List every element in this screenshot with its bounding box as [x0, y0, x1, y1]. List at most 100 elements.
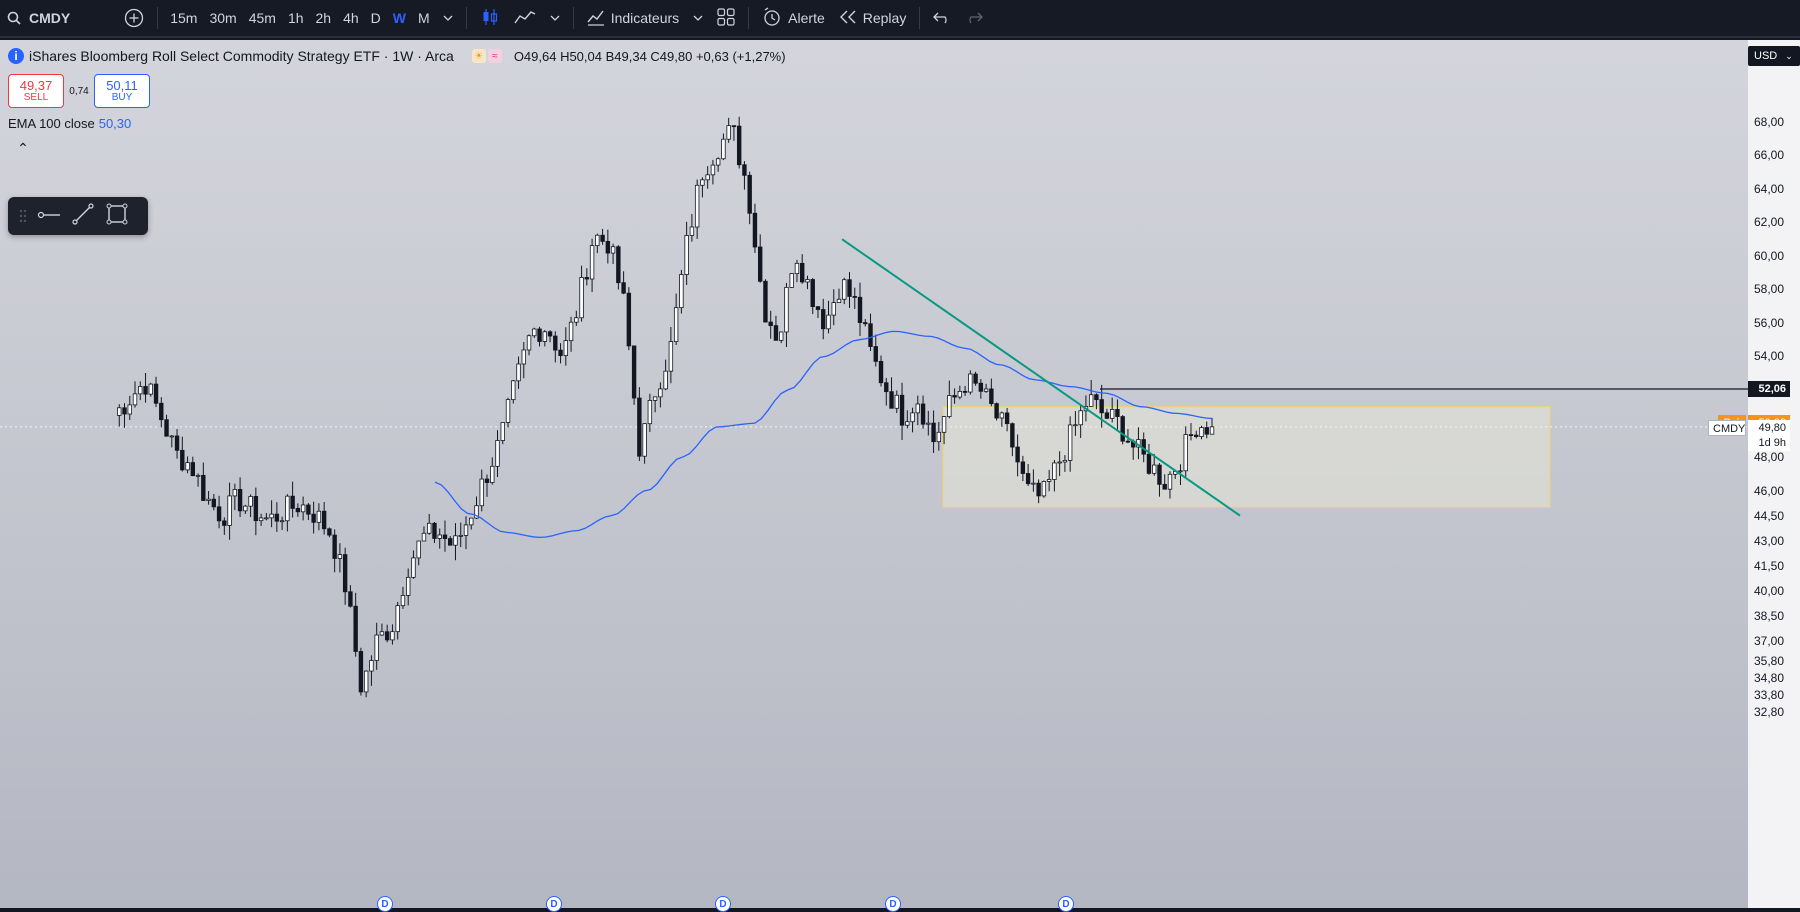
candle: [847, 272, 852, 308]
candle: [763, 279, 768, 323]
candle: [968, 370, 973, 395]
candle: [989, 378, 994, 407]
candle-body-up: [490, 465, 495, 483]
candle-body-up: [243, 505, 248, 512]
chart-style-dropdown[interactable]: [543, 0, 567, 37]
candles-style-button[interactable]: [473, 0, 507, 37]
candle-body-up: [416, 540, 421, 559]
candle-body-up: [983, 388, 989, 392]
candle-body-down: [321, 510, 327, 530]
candle-body-down: [1194, 434, 1199, 437]
timeframe-dropdown[interactable]: [436, 0, 460, 37]
redo-button[interactable]: [958, 0, 990, 37]
candle: [826, 300, 831, 334]
alert-button[interactable]: Alerte: [755, 0, 832, 37]
candle-body-down: [989, 388, 994, 404]
indicators-button[interactable]: Indicateurs: [580, 0, 686, 37]
buy-button[interactable]: 50,11 BUY: [94, 74, 150, 108]
candle: [216, 495, 222, 529]
price-tick-label: 37,00: [1754, 634, 1785, 649]
chevron-down-icon: [443, 10, 453, 26]
buy-label: BUY: [111, 91, 133, 103]
candle: [311, 501, 316, 534]
candle-body-down: [757, 246, 763, 282]
candle: [117, 404, 122, 427]
compare-add-button[interactable]: [117, 0, 151, 37]
candle-body-up: [673, 307, 679, 342]
sell-button[interactable]: 49,37 SELL: [8, 74, 64, 108]
timeframe-15m[interactable]: 15m: [164, 0, 203, 37]
candle: [873, 334, 878, 367]
candle: [390, 624, 395, 645]
ema-indicator-legend[interactable]: EMA 100 close 50,30: [8, 116, 131, 131]
candle-body-down: [852, 296, 857, 298]
candle-body-down: [847, 279, 852, 297]
rectangle-tool[interactable]: [100, 201, 134, 231]
candle: [773, 315, 779, 341]
layouts-button[interactable]: [710, 0, 742, 37]
candle-body-down: [332, 534, 337, 559]
dividend-marker[interactable]: D: [377, 896, 393, 912]
candle-body-up: [941, 416, 947, 433]
dividend-marker[interactable]: D: [1058, 896, 1074, 912]
timeframe-45m[interactable]: 45m: [243, 0, 282, 37]
candle-body-up: [1088, 394, 1094, 407]
timeframe-2h[interactable]: 2h: [310, 0, 338, 37]
delayed-data-icon[interactable]: ≈: [487, 49, 502, 63]
candle: [332, 529, 337, 573]
dividend-marker[interactable]: D: [546, 896, 562, 912]
candle: [694, 179, 700, 239]
bar-countdown[interactable]: 1d 9h: [1748, 434, 1790, 451]
candle-body-down: [537, 328, 542, 342]
candle-body-up: [1109, 409, 1115, 419]
timeframe-1h[interactable]: 1h: [282, 0, 310, 37]
candle: [642, 423, 647, 464]
candle: [920, 395, 926, 429]
candle-body-down: [174, 435, 180, 451]
sun-icon[interactable]: ☀: [471, 49, 486, 63]
trend-line-tool[interactable]: [66, 201, 100, 231]
symbol-title[interactable]: iShares Bloomberg Roll Select Commodity …: [29, 48, 454, 64]
candle: [1041, 480, 1047, 498]
candle: [369, 655, 374, 686]
candle-body-up: [1041, 481, 1047, 497]
candle-body-down: [211, 498, 217, 508]
dividend-marker[interactable]: D: [885, 896, 901, 912]
candle: [915, 395, 920, 426]
drag-handle-icon[interactable]: [14, 201, 32, 231]
price-chart[interactable]: [0, 40, 1800, 908]
info-icon[interactable]: i: [8, 48, 24, 64]
chart-area[interactable]: i iShares Bloomberg Roll Select Commodit…: [0, 40, 1800, 912]
replay-button[interactable]: Replay: [832, 0, 914, 37]
symbol-search[interactable]: CMDY: [0, 0, 77, 37]
collapse-legend-button[interactable]: ⌃: [14, 140, 32, 158]
candle-body-down: [1125, 440, 1131, 443]
candle: [705, 166, 710, 189]
last-symbol-label[interactable]: CMDY: [1708, 419, 1746, 436]
last-price-tag[interactable]: 49,80: [1748, 419, 1790, 436]
candle-body-up: [453, 535, 458, 546]
rewind-icon: [839, 10, 857, 27]
candle: [884, 378, 889, 406]
timeframe-30m[interactable]: 30m: [203, 0, 242, 37]
currency-selector[interactable]: USD ⌄: [1748, 46, 1800, 66]
undo-button[interactable]: [926, 0, 958, 37]
candle: [500, 422, 505, 445]
timeframe-m[interactable]: M: [412, 0, 436, 37]
timeframe-d[interactable]: D: [365, 0, 387, 37]
dividend-marker[interactable]: D: [715, 896, 731, 912]
hline-price-tag[interactable]: 52,06: [1748, 380, 1790, 397]
candle: [285, 494, 290, 532]
indicators-dropdown[interactable]: [686, 0, 710, 37]
line-style-button[interactable]: [507, 0, 543, 37]
candle-body-up: [269, 513, 274, 519]
candle: [159, 397, 164, 428]
candle: [574, 310, 579, 326]
chevron-down-icon: [550, 10, 560, 26]
candle-body-up: [574, 317, 579, 323]
candle-body-up: [300, 504, 306, 513]
candle-body-up: [694, 184, 700, 228]
timeframe-4h[interactable]: 4h: [337, 0, 365, 37]
horizontal-ray-tool[interactable]: [32, 201, 66, 231]
timeframe-w[interactable]: W: [387, 0, 412, 37]
